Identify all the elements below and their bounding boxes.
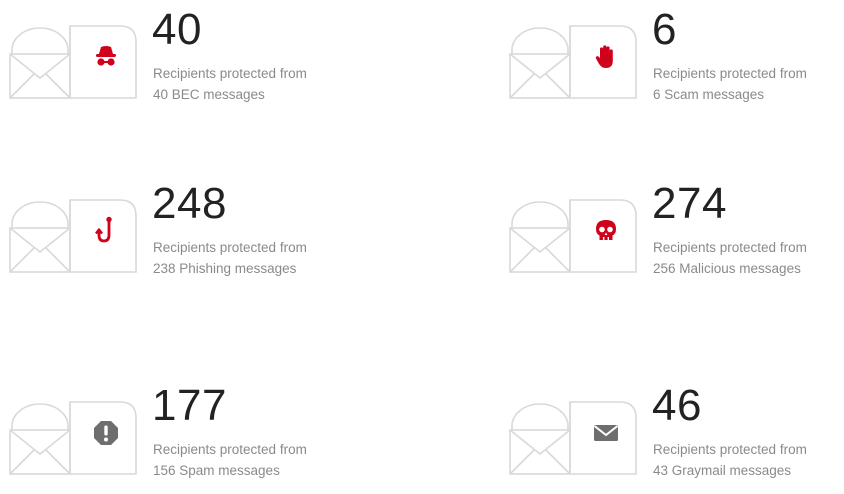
envelope-icon: [508, 190, 638, 273]
envelope-icon: [508, 16, 638, 99]
phishing-description: Recipients protected from 238 Phishing m…: [153, 240, 307, 276]
exclamation-octagon-icon: [89, 416, 123, 450]
spam-description: Recipients protected from 156 Spam messa…: [153, 442, 307, 478]
mail-icon: [589, 416, 623, 450]
stat-card-spam: 177 Recipients protected from 156 Spam m…: [0, 381, 400, 494]
spy-incognito-icon: [89, 40, 123, 74]
envelope-icon: [8, 16, 138, 99]
graymail-count: 46: [652, 381, 702, 430]
envelope-icon: [8, 392, 138, 475]
spam-count: 177: [152, 381, 227, 430]
graymail-description: Recipients protected from 43 Graymail me…: [653, 442, 807, 478]
stat-card-phishing: 248 Recipients protected from 238 Phishi…: [0, 179, 400, 292]
skull-icon: [589, 214, 623, 248]
fish-hook-icon: [89, 214, 123, 248]
scam-description: Recipients protected from 6 Scam message…: [653, 66, 807, 102]
stat-card-malicious: 274 Recipients protected from 256 Malici…: [500, 179, 844, 292]
phishing-count: 248: [152, 179, 227, 228]
stop-hand-icon: [589, 40, 623, 74]
bec-count: 40: [152, 5, 202, 54]
envelope-icon: [8, 190, 138, 273]
scam-count: 6: [652, 5, 677, 54]
envelope-icon: [508, 392, 638, 475]
stat-card-bec: 40 Recipients protected from 40 BEC mess…: [0, 5, 400, 118]
bec-description: Recipients protected from 40 BEC message…: [153, 66, 307, 102]
stat-card-graymail: 46 Recipients protected from 43 Graymail…: [500, 381, 844, 494]
malicious-description: Recipients protected from 256 Malicious …: [653, 240, 807, 276]
stat-card-scam: 6 Recipients protected from 6 Scam messa…: [500, 5, 844, 118]
malicious-count: 274: [652, 179, 727, 228]
